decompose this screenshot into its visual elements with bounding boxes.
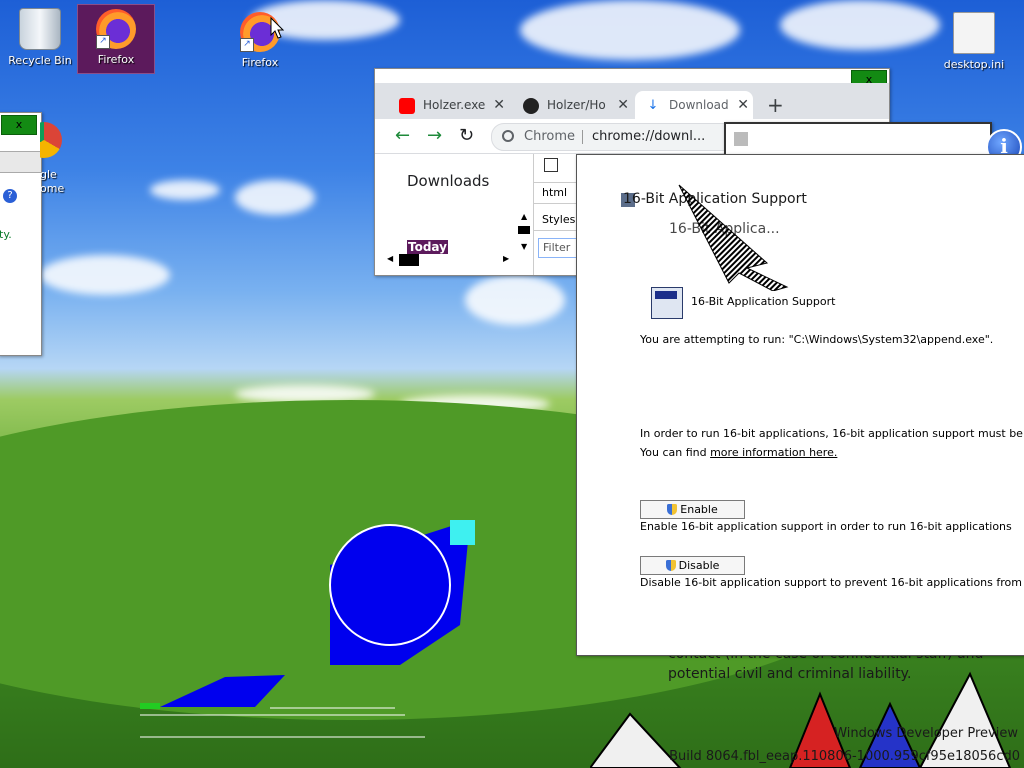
youtube-icon [399,97,415,114]
github-icon [523,97,539,114]
enable-button[interactable]: Enable [640,500,745,519]
back-arrow-icon[interactable]: ← [395,125,410,146]
title-strip [375,69,889,83]
download-icon: ↓ [645,97,661,114]
chrome-desktop-label: gle ome [40,168,65,195]
firefox-icon: ↗ [96,9,136,49]
status-link[interactable]: ty. [0,228,12,241]
dialog-heading: 16-Bit Application Support [691,295,836,308]
left-partial-window[interactable]: x ? ty. [0,112,42,356]
v-scroll-thumb[interactable] [518,226,530,234]
scroll-left-arrow[interactable]: ◀ [387,254,393,263]
tab-github[interactable]: Holzer/Ho ✕ [523,91,633,119]
desktop-icon-firefox[interactable]: ↗ Firefox [222,12,298,69]
disable-label: Disable [678,559,720,572]
striped-arrow-icon [678,184,789,291]
shortcut-arrow-icon: ↗ [240,38,254,52]
tab-label: Holzer.exe [423,98,486,112]
new-tab-button[interactable]: + [767,91,784,119]
desktop-icon-firefox-selected[interactable]: ↗ Firefox [77,4,155,74]
cloud [465,275,565,325]
dialog-body-2: You can find more information here. [640,446,837,459]
close-label: x [15,118,23,131]
small-window[interactable] [724,122,992,158]
disable-description: Disable 16-bit application support to pr… [640,576,1024,589]
app-icon [734,132,748,146]
help-icon[interactable]: ? [3,189,17,203]
desktop-icon-label: desktop.ini [943,58,1005,71]
site-label: Chrome [524,129,575,144]
v-scroll-up[interactable]: ▲ [521,212,527,221]
cloud [520,0,740,60]
cloud [150,180,220,200]
cloud [40,255,170,295]
scroll-right-arrow[interactable]: ▶ [503,254,509,263]
dialog-body-1: In order to run 16-bit applications, 16-… [640,427,1024,440]
tab-close-icon[interactable]: ✕ [737,91,749,119]
omnibox-divider [582,130,583,144]
desktop: contact (in the case of confidential sta… [0,0,1024,768]
tab-close-icon[interactable]: ✕ [493,91,505,119]
chrome-icon [40,122,62,158]
dialog-message: You are attempting to run: "C:\Windows\S… [640,333,994,346]
cloud [780,0,940,50]
more-info-link[interactable]: more information here. [710,446,837,459]
disable-button[interactable]: Disable [640,556,745,575]
uac-shield-icon [665,560,676,571]
watermark-line-2: Build 8064.fbl_eeap.110806-1000.959cf95e… [669,749,1020,764]
desktop-icon-recycle-bin[interactable]: Recycle Bin [2,8,78,67]
heading-icon-screen [655,291,677,299]
enable-description: Enable 16-bit application support in ord… [640,520,1012,533]
url-text: chrome://downl... [592,129,706,144]
close-button[interactable]: x [1,115,37,135]
tab-label: Holzer/Ho [547,98,606,112]
shortcut-arrow-icon: ↗ [96,35,110,49]
today-label: Today [407,240,448,254]
recycle-bin-icon [19,8,61,50]
chrome-desktop-icon[interactable] [40,122,62,158]
desktop-icon-label: Firefox [241,56,279,69]
tab-label: Download [669,98,729,112]
enable-label: Enable [680,503,718,516]
desktop-icon-desktop-ini[interactable]: desktop.ini [936,12,1012,71]
glitch-shapes [140,520,475,738]
downloads-page: Downloads Today ◀ ▶ ▲ ▼ [375,154,533,275]
watermark-line-1: Windows Developer Preview [834,726,1018,741]
mouse-cursor-icon [270,17,284,39]
desktop-icon-label: Recycle Bin [8,54,72,67]
omnibox[interactable]: Chrome chrome://downl... [491,123,753,151]
heading-icon [651,287,683,319]
toolbar-strip [0,151,41,173]
tab-downloads[interactable]: ↓ Download ✕ [635,91,753,119]
desktop-icon-label: Firefox [97,53,135,66]
site-info-icon [502,130,514,142]
cloud [235,180,315,215]
uac-shield-icon [667,504,678,515]
tab-close-icon[interactable]: ✕ [617,91,629,119]
forward-arrow-icon[interactable]: → [427,125,442,146]
v-scroll-down[interactable]: ▼ [521,242,527,251]
inspect-icon[interactable] [544,158,558,172]
16bit-support-dialog[interactable]: 16-Bit Application Support 16-Bit Applic… [576,154,1024,656]
downloads-title: Downloads [407,172,490,190]
reload-icon[interactable]: ↻ [459,125,474,146]
scroll-thumb[interactable] [399,254,419,266]
tab-bar: Holzer.exe ✕ Holzer/Ho ✕ ↓ Download ✕ + [375,83,889,119]
tab-youtube[interactable]: Holzer.exe ✕ [399,91,509,119]
body-2-prefix: You can find [640,446,711,459]
document-icon [953,12,995,54]
